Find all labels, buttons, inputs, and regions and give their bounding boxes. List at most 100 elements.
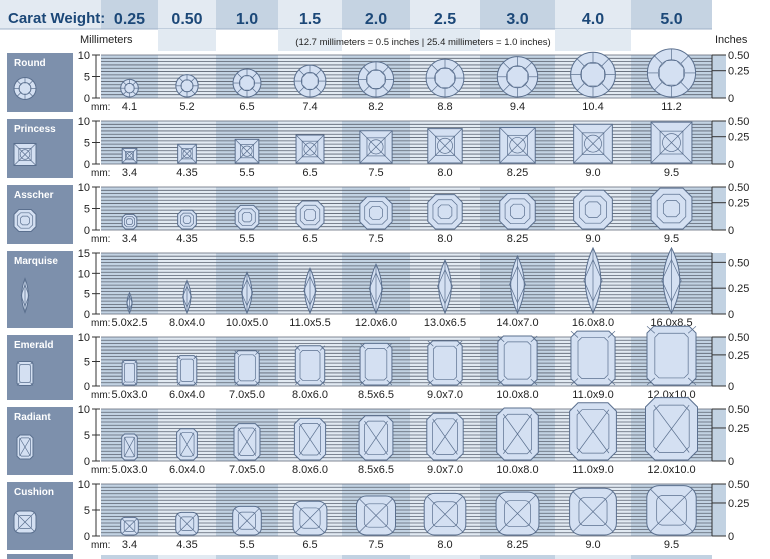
gem-princess [177, 143, 197, 164]
gem-emerald [359, 342, 393, 386]
gem-size-label: 9.5 [664, 233, 679, 245]
y-tick-label: 5 [84, 505, 90, 517]
gem-outline [570, 330, 616, 386]
gem-size-label: 10.0x8.0 [496, 464, 538, 476]
inch-band [712, 409, 726, 461]
mm-prefix-label: mm: [91, 465, 110, 476]
shape-name: Asscher [14, 190, 54, 201]
gem-size-label: 9.0 [585, 167, 600, 179]
gem-size-label: 6.5 [239, 101, 254, 113]
gem-size-label: 5.0x3.0 [111, 389, 147, 401]
gem-size-label: 8.2 [368, 101, 383, 113]
gem-radiant [358, 415, 394, 461]
gem-princess [234, 138, 260, 164]
next-row-band [480, 555, 555, 559]
gem-princess [359, 130, 393, 164]
subheader-band [158, 29, 216, 51]
gem-size-label: 6.5 [302, 167, 317, 179]
gem-radiant [496, 407, 539, 461]
shape-name: Radiant [14, 412, 51, 423]
y-tick-label: 5 [84, 289, 90, 301]
gem-emerald [497, 335, 538, 386]
gem-size-label: 10.0x8.0 [496, 389, 538, 401]
gem-asscher [427, 194, 463, 230]
gem-princess [573, 123, 613, 164]
gem-size-label: 9.0 [585, 233, 600, 245]
inch-band [712, 121, 726, 164]
gem-size-label: 4.35 [176, 539, 197, 551]
gem-size-label: 13.0x6.5 [424, 317, 466, 329]
gem-row-asscher: Asscher 10 5 0 0.50 0.25 0 3.4 4.35 5.5 6.5 7.5 8.0 8… [7, 182, 749, 245]
gem-row-princess: Princess 10 5 0 0.50 0.25 0 3.4 4.35 5.5 6.5 7.5 8.0… [7, 116, 749, 179]
gem-radiant [233, 423, 261, 461]
gem-size-label: 8.0 [437, 539, 452, 551]
gem-size-label: 4.1 [122, 101, 137, 113]
gem-cushion [175, 511, 199, 536]
gem-cushion [569, 487, 617, 536]
gem-size-label: 6.5 [302, 539, 317, 551]
inch-tick-label: 0.50 [728, 116, 749, 128]
gem-asscher [573, 189, 613, 230]
gem-size-label: 8.5x6.5 [358, 464, 394, 476]
shape-icon [13, 510, 37, 534]
gem-round [293, 64, 327, 98]
gem-round [425, 58, 465, 98]
carat-weight-label: 4.0 [582, 11, 604, 28]
gem-size-label: 5.5 [239, 539, 254, 551]
next-row-band [631, 555, 712, 559]
inch-tick-label: 0.50 [728, 479, 749, 491]
y-tick-label: 5 [84, 138, 90, 150]
gem-cushion [232, 505, 262, 536]
gem-asscher [499, 193, 536, 230]
gem-size-label: 8.0 [437, 167, 452, 179]
inch-tick-label: 0.25 [728, 66, 749, 78]
gem-emerald [570, 330, 616, 386]
gem-emerald [294, 345, 326, 386]
next-row-band [410, 555, 480, 559]
gem-size-label: 16.0x8.0 [572, 317, 614, 329]
y-tick-label: 0 [84, 531, 90, 543]
gem-size-label: 3.4 [122, 167, 137, 179]
gem-emerald [427, 340, 463, 386]
gem-round [646, 48, 697, 98]
mm-prefix-label: mm: [91, 168, 110, 179]
gem-size-label: 7.5 [368, 539, 383, 551]
shape-icon [13, 209, 37, 232]
y-tick-label: 10 [78, 182, 90, 194]
mm-prefix-label: mm: [91, 234, 110, 245]
gem-size-label: 11.2 [661, 101, 682, 113]
gem-asscher [295, 200, 325, 230]
next-row-band [342, 555, 410, 559]
carat-weight-label: 2.5 [434, 11, 456, 28]
inch-tick-label: 0 [728, 381, 734, 393]
inch-tick-label: 0 [728, 531, 734, 543]
subheader-band [555, 29, 631, 51]
mm-prefix-label: mm: [91, 540, 110, 551]
inch-tick-label: 0 [728, 456, 734, 468]
gem-size-label: 8.0x6.0 [292, 389, 328, 401]
gem-size-label: 12.0x10.0 [647, 464, 695, 476]
conversion-note: (12.7 millimeters = 0.5 inches | 25.4 mi… [295, 37, 550, 48]
gem-round [570, 51, 616, 98]
gem-radiant [426, 412, 464, 461]
inch-tick-label: 0.50 [728, 50, 749, 62]
gem-princess [121, 147, 138, 164]
shape-name: Emerald [14, 340, 53, 351]
inch-tick-label: 0.25 [728, 283, 749, 295]
gem-size-label: 11.0x9.0 [572, 464, 613, 476]
y-tick-label: 10 [78, 479, 90, 491]
inch-tick-label: 0.25 [728, 498, 749, 510]
gem-radiant [569, 402, 617, 461]
gem-asscher [650, 187, 693, 230]
mm-prefix-label: mm: [91, 102, 110, 113]
y-tick-label: 5 [84, 204, 90, 216]
next-row-sidebar [7, 554, 73, 559]
gem-radiant [645, 397, 698, 461]
gem-cushion [495, 491, 540, 536]
gem-size-label: 8.25 [507, 539, 528, 551]
gem-size-label: 8.0x4.0 [169, 317, 205, 329]
gem-cushion [646, 485, 697, 536]
gem-size-label: 9.0x7.0 [427, 464, 463, 476]
gem-emerald [121, 360, 138, 386]
gem-size-label: 4.35 [176, 233, 197, 245]
